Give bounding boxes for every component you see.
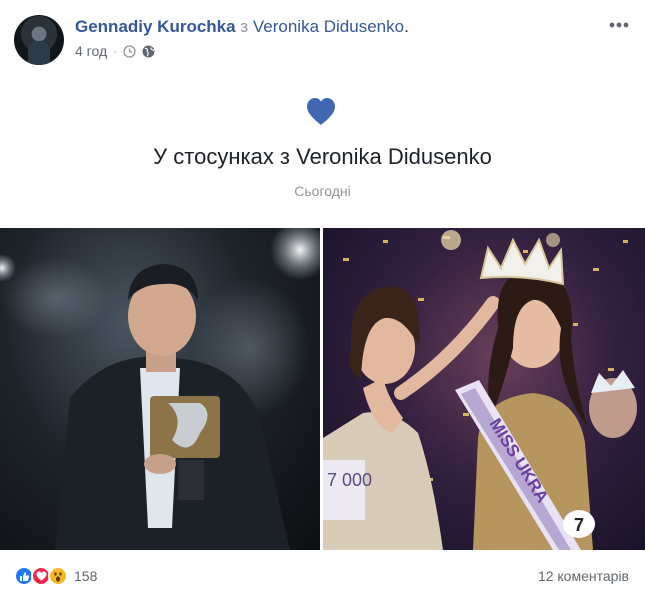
- post-title-line: Gennadiy Kurochka з Veronika Didusenko.: [75, 17, 409, 37]
- life-event-date: Сьогодні: [294, 183, 351, 199]
- life-event-card: У стосунках з Veronika Didusenko Сьогодн…: [0, 80, 645, 228]
- clock-icon: [123, 44, 136, 58]
- photo-crowning-illustration: 7 000 MISS UKRA 7: [323, 230, 637, 550]
- post-meta: 4 год ·: [75, 43, 155, 59]
- svg-text:7 000: 7 000: [327, 470, 372, 490]
- post-timestamp[interactable]: 4 год: [75, 43, 107, 59]
- photo-man-with-award[interactable]: [0, 228, 320, 550]
- more-options-icon[interactable]: [604, 14, 634, 36]
- reactions-summary[interactable]: 158: [14, 565, 97, 587]
- avatar[interactable]: [14, 15, 64, 65]
- author-name-link[interactable]: Gennadiy Kurochka: [75, 17, 236, 36]
- heart-icon: [307, 98, 335, 125]
- globe-icon[interactable]: [142, 45, 155, 58]
- reaction-count: 158: [74, 568, 98, 584]
- photo-crowning[interactable]: 7 000 MISS UKRA 7: [323, 228, 645, 550]
- tagged-person-link[interactable]: Veronika Didusenko: [253, 17, 404, 36]
- wow-icon: [48, 566, 68, 586]
- comments-count-link[interactable]: 12 коментарів: [538, 568, 629, 584]
- photo-man-illustration: [0, 228, 320, 550]
- contestant-number: 7: [574, 515, 584, 535]
- title-dot: .: [404, 17, 409, 36]
- life-event-title: У стосунках з Veronika Didusenko: [153, 144, 492, 169]
- with-word: з: [240, 17, 249, 36]
- meta-separator: ·: [113, 44, 118, 58]
- post-header: Gennadiy Kurochka з Veronika Didusenko. …: [0, 0, 645, 80]
- post-footer: 158 12 коментарів: [0, 560, 645, 592]
